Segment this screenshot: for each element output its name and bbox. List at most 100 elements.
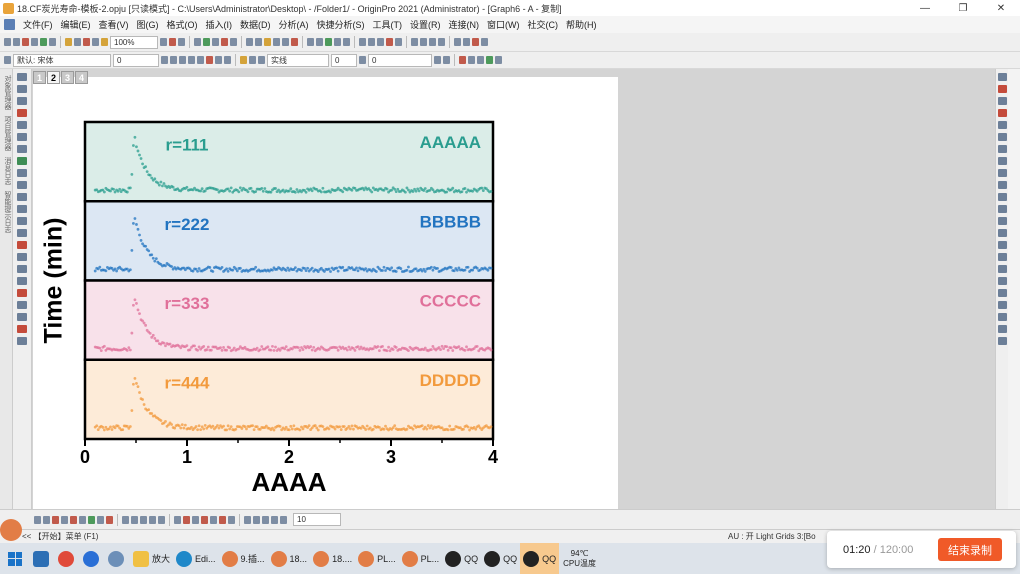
spacing-icon[interactable] (253, 515, 260, 524)
rotate-icon[interactable] (149, 515, 156, 524)
merge-graph-icon[interactable] (997, 121, 1007, 129)
same-width-icon[interactable] (997, 253, 1007, 261)
distribute-icon[interactable] (140, 515, 147, 524)
forward-icon[interactable] (997, 301, 1007, 309)
zoom-out-icon[interactable] (169, 38, 176, 46)
object-manager-tab[interactable]: 对象管理器 (2, 75, 12, 110)
new-workbook-icon[interactable] (13, 38, 20, 46)
new-matrix-icon[interactable] (31, 38, 38, 46)
stop-recording-button[interactable]: 结束录制 (938, 538, 1002, 561)
backward-icon[interactable] (997, 313, 1007, 321)
layer-tab-2[interactable]: 2 (47, 71, 60, 84)
back-icon[interactable] (343, 38, 350, 46)
font-size-select[interactable]: 0 (113, 53, 159, 67)
taskbar-origin-1[interactable]: 9.插... (219, 543, 268, 574)
underline-icon[interactable] (179, 56, 186, 64)
menu-file[interactable]: 文件(F) (19, 18, 57, 31)
mask-icon[interactable] (174, 515, 181, 524)
spacing-icon[interactable] (271, 515, 278, 524)
menu-connectivity[interactable]: 连接(N) (445, 18, 484, 31)
add-layer-icon[interactable] (997, 73, 1007, 81)
scale-icon[interactable] (997, 169, 1007, 177)
set-xy-icon[interactable] (264, 38, 271, 46)
data-reader-icon[interactable] (17, 109, 27, 117)
menu-format[interactable]: 格式(O) (163, 18, 202, 31)
nav-first-icon[interactable] (411, 38, 418, 46)
line-color-icon[interactable] (249, 56, 256, 64)
layer-icon[interactable] (194, 38, 201, 46)
menu-window[interactable]: 窗口(W) (483, 18, 524, 31)
right-align-icon[interactable] (997, 193, 1007, 201)
line-style-icon[interactable] (34, 515, 41, 524)
region-tool-icon[interactable] (17, 229, 27, 237)
nav-prev-icon[interactable] (420, 38, 427, 46)
filter-icon[interactable] (282, 38, 289, 46)
italic-icon[interactable] (368, 38, 375, 46)
scale-icon[interactable] (17, 97, 27, 105)
zoom-select[interactable]: 100% (110, 35, 158, 49)
arrange-layers-icon[interactable] (997, 133, 1007, 141)
export-icon[interactable] (101, 38, 108, 46)
column-icon[interactable] (246, 38, 253, 46)
extract-layer-icon[interactable] (997, 109, 1007, 117)
menu-tools[interactable]: 工具(T) (369, 18, 407, 31)
date-time-icon[interactable] (230, 38, 237, 46)
taskbar-origin-3[interactable]: 18.... (310, 543, 355, 574)
annotation-icon[interactable] (17, 325, 27, 333)
pattern-icon[interactable] (79, 515, 86, 524)
horizontal-align-icon[interactable] (997, 241, 1007, 249)
menu-social[interactable]: 社交(C) (524, 18, 563, 31)
save-icon[interactable] (49, 38, 56, 46)
insert-table-icon[interactable] (17, 253, 27, 261)
layer-tab-3[interactable]: 3 (61, 71, 74, 84)
unmask-icon[interactable] (183, 515, 190, 524)
menu-preferences[interactable]: 设置(R) (406, 18, 445, 31)
font-name-select[interactable]: 默认: 宋体 (13, 53, 111, 67)
merge-icon[interactable] (459, 56, 466, 64)
copy-format-icon[interactable] (228, 515, 235, 524)
add-axis-icon[interactable] (997, 85, 1007, 93)
text-tool-icon[interactable] (4, 56, 11, 64)
sort-icon[interactable] (273, 38, 280, 46)
arrow-right-icon[interactable] (472, 38, 479, 46)
taskbar-qq-2[interactable]: QQ (481, 543, 520, 574)
size-select[interactable]: 10 (293, 513, 341, 526)
line-color-icon[interactable] (359, 56, 366, 64)
screen-recorder-avatar[interactable] (0, 519, 22, 541)
screen-reader-icon[interactable] (17, 121, 27, 129)
menu-insert[interactable]: 插入(I) (202, 18, 237, 31)
data-selector-icon[interactable] (17, 133, 27, 141)
show-icon[interactable] (210, 515, 217, 524)
app-k-button[interactable] (80, 543, 105, 574)
color-scale-icon[interactable] (17, 289, 27, 297)
spacing-icon[interactable] (262, 515, 269, 524)
more-tools-icon[interactable] (17, 337, 27, 345)
superscript-icon[interactable] (386, 38, 393, 46)
menu-view[interactable]: 查看(V) (95, 18, 133, 31)
line-width-select[interactable]: 0 (331, 53, 357, 67)
mask-icon[interactable] (291, 38, 298, 46)
open-icon[interactable] (40, 38, 47, 46)
align-left-icon[interactable] (215, 56, 222, 64)
zoom-in-icon[interactable] (160, 38, 167, 46)
delete-icon[interactable] (219, 515, 226, 524)
insert-graph-icon[interactable] (17, 241, 27, 249)
subscript-icon[interactable] (197, 56, 204, 64)
curved-arrow-icon[interactable] (17, 193, 27, 201)
symbol-shape-icon[interactable] (61, 515, 68, 524)
pattern-icon[interactable] (258, 56, 265, 64)
same-height-icon[interactable] (997, 265, 1007, 273)
bottom-align-icon[interactable] (997, 217, 1007, 225)
superscript-icon[interactable] (188, 56, 195, 64)
italic-icon[interactable] (170, 56, 177, 64)
subscript-icon[interactable] (395, 38, 402, 46)
layer-icon[interactable] (17, 313, 27, 321)
arrow-icon[interactable] (481, 38, 488, 46)
menu-analysis[interactable]: 分析(A) (275, 18, 313, 31)
ungroup-icon[interactable] (997, 337, 1007, 345)
flip-icon[interactable] (158, 515, 165, 524)
close-button[interactable]: ✕ (982, 0, 1020, 16)
insert-image-icon[interactable] (17, 277, 27, 285)
fill-pattern-icon[interactable] (443, 56, 450, 64)
vertical-align-icon[interactable] (997, 229, 1007, 237)
